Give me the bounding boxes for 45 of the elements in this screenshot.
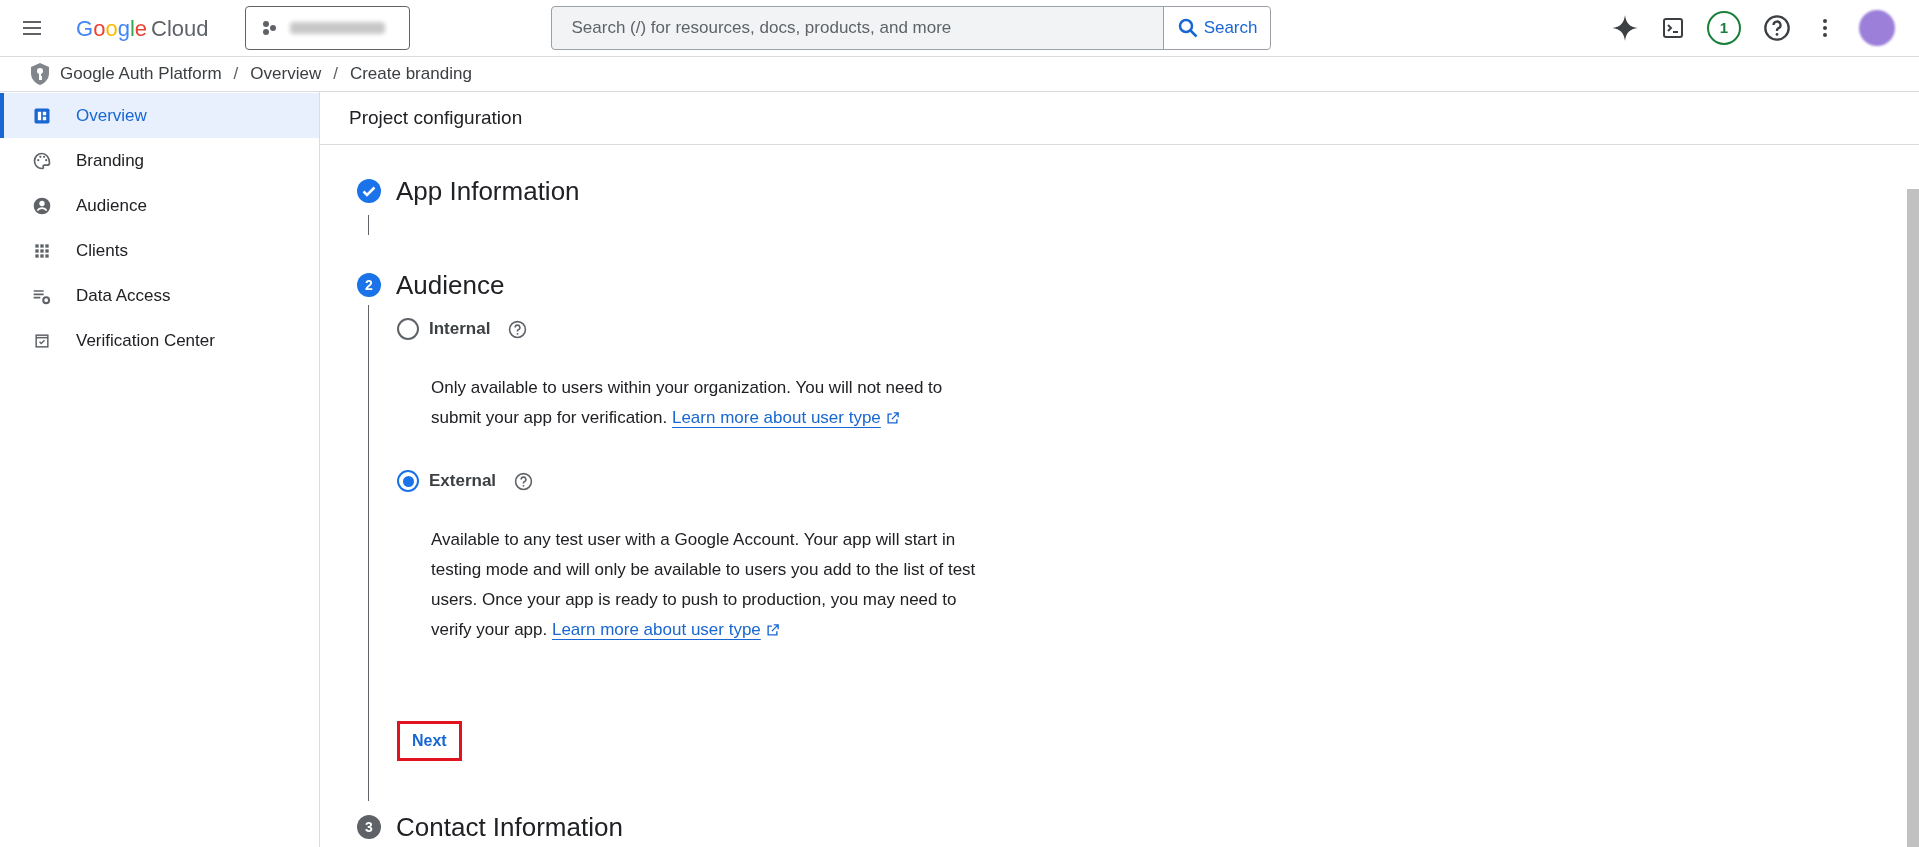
terminal-icon[interactable] [1661,16,1685,40]
step-number: 2 [357,273,381,297]
step-number: 3 [357,815,381,839]
hexagon-cluster-icon [261,20,278,36]
sidebar-item[interactable]: Audience [0,183,319,228]
avatar[interactable] [1859,10,1895,46]
person-icon [32,195,52,216]
external-link-icon [884,410,900,426]
step-title: Contact Information [396,810,623,844]
next-button[interactable]: Next [397,721,462,761]
step-title: App Information [396,174,580,208]
page-title: Project configuration [320,92,1919,145]
learn-more-link[interactable]: Learn more about user type [671,403,900,433]
breadcrumb-separator: / [333,63,338,86]
learn-more-link[interactable]: Learn more about user type [551,615,780,645]
help-icon[interactable] [508,319,528,339]
sidebar-item[interactable]: Data Access [0,273,319,318]
option-description: Available to any test user with a Google Account. Your app will start in testing mode and will only be available to users you add to the list of test users. Once your app is ready to push to production, you may need to verify your app. Learn more about user type [431,525,976,645]
radio-button[interactable] [397,470,419,492]
step-title: Audience [396,268,505,302]
notification-count[interactable]: 1 [1707,11,1741,45]
sidebar-item[interactable]: Overview [0,93,319,138]
breadcrumb-link[interactable]: Google Auth Platform [60,61,222,87]
palette-icon [32,150,52,171]
radio-label: Internal [429,318,491,341]
help-icon[interactable] [1763,14,1791,42]
sparkle-icon[interactable] [1611,14,1639,42]
search-field[interactable]: Search (/) for resources, docs, products, and more Search [550,6,1271,50]
logo[interactable]: Google Cloud [76,11,209,45]
shield-key-icon [28,62,52,86]
sidebar-item[interactable]: Clients [0,228,319,273]
radio-button[interactable] [397,318,419,340]
breadcrumb-separator: / [233,63,239,86]
search-button[interactable]: Search [1162,7,1270,49]
breadcrumb-link[interactable]: Overview [250,61,322,87]
project-selector[interactable] [244,6,410,50]
radio-label: External [429,470,497,493]
option-description: Only available to users within your organization. You will not need to submit your app for verification. Learn more about user type [431,373,976,433]
scrollbar[interactable] [1907,189,1919,847]
sidebar-item[interactable]: Verification Center [0,318,319,363]
help-icon[interactable] [514,471,534,491]
check-circle-icon [357,179,381,203]
sidebar-item[interactable]: Branding [0,138,319,183]
breadcrumb-link[interactable]: Create branding [349,61,472,87]
external-link-icon [764,622,780,638]
